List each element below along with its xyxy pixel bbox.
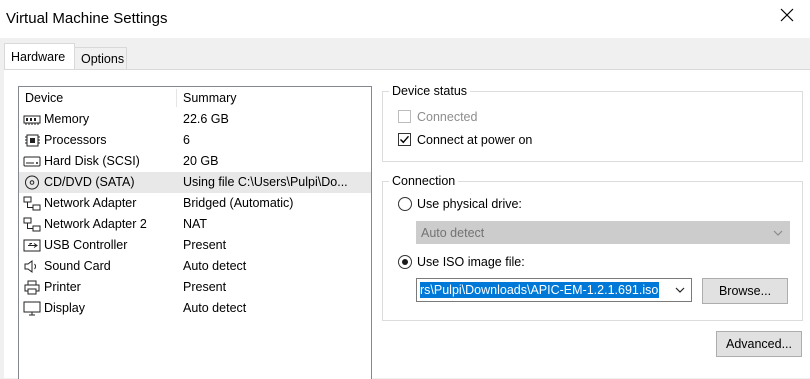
- device-row-usb-controller[interactable]: USB Controller Present: [19, 235, 371, 256]
- device-status-legend: Device status: [389, 84, 471, 98]
- cd-dvd-icon: [25, 175, 39, 190]
- connect-at-power-on-label: Connect at power on: [417, 133, 533, 147]
- device-row-memory[interactable]: Memory 22.6 GB: [19, 109, 371, 130]
- processor-icon: [25, 134, 40, 147]
- device-summary: 6: [183, 133, 190, 147]
- tab-options[interactable]: Options: [74, 47, 127, 69]
- close-icon: [780, 8, 794, 22]
- device-name: Processors: [44, 133, 107, 147]
- memory-icon: [23, 115, 41, 125]
- device-name: USB Controller: [44, 238, 128, 252]
- device-row-printer[interactable]: Printer Present: [19, 277, 371, 298]
- device-row-processors[interactable]: Processors 6: [19, 130, 371, 151]
- close-button[interactable]: [764, 0, 810, 30]
- device-summary: 22.6 GB: [183, 112, 229, 126]
- device-name: Network Adapter: [44, 196, 137, 210]
- connection-group: Connection Use physical drive: Auto dete…: [382, 174, 803, 321]
- column-divider[interactable]: [176, 89, 177, 107]
- advanced-button[interactable]: Advanced...: [716, 331, 802, 357]
- device-name: Hard Disk (SCSI): [44, 154, 140, 168]
- device-row-hard-disk[interactable]: Hard Disk (SCSI) 20 GB: [19, 151, 371, 172]
- printer-icon: [24, 280, 40, 295]
- hard-disk-icon: [23, 156, 41, 167]
- device-status-group: Device status Connected Connect at power…: [382, 84, 803, 162]
- device-summary: Present: [183, 280, 227, 294]
- iso-image-path-input[interactable]: rs\Pulpi\Downloads\APIC-EM-1.2.1.691.iso: [416, 278, 692, 302]
- usb-icon: [23, 239, 41, 252]
- browse-button[interactable]: Browse...: [702, 278, 788, 304]
- use-iso-image-label: Use ISO image file:: [417, 255, 525, 269]
- connection-legend: Connection: [389, 174, 459, 188]
- tab-hardware-label: Hardware: [11, 50, 66, 64]
- network-adapter-icon: [23, 196, 41, 211]
- device-summary: Bridged (Automatic): [183, 196, 294, 210]
- device-name: Network Adapter 2: [44, 217, 147, 231]
- device-summary: Auto detect: [183, 259, 247, 273]
- tab-options-label: Options: [81, 52, 125, 66]
- column-header-summary[interactable]: Summary: [183, 91, 236, 105]
- device-name: CD/DVD (SATA): [44, 175, 135, 189]
- device-summary: 20 GB: [183, 154, 219, 168]
- physical-drive-select[interactable]: Auto detect: [416, 221, 790, 244]
- radio-selected-dot: [402, 259, 408, 265]
- tab-strip: Hardware Options: [0, 38, 810, 70]
- device-row-network-adapter[interactable]: Network Adapter Bridged (Automatic): [19, 193, 371, 214]
- tab-hardware[interactable]: Hardware: [4, 43, 75, 70]
- title-bar: Virtual Machine Settings: [0, 0, 810, 38]
- checkmark-icon: [400, 135, 410, 144]
- hardware-panel: Device Summary Memory 22.6 GB Processors…: [4, 69, 810, 379]
- speaker-icon: [24, 260, 37, 273]
- use-physical-drive-radio[interactable]: [398, 197, 412, 211]
- device-name: Memory: [44, 112, 90, 126]
- use-physical-drive-label: Use physical drive:: [417, 197, 522, 211]
- chevron-down-icon: [675, 287, 685, 293]
- device-summary: Using file C:\Users\Pulpi\Do...: [183, 175, 348, 189]
- chevron-down-icon: [773, 230, 783, 236]
- device-name: Sound Card: [44, 259, 111, 273]
- device-list[interactable]: Device Summary Memory 22.6 GB Processors…: [18, 86, 372, 379]
- device-list-header: Device Summary: [19, 87, 371, 109]
- device-summary: Auto detect: [183, 301, 247, 315]
- connected-checkbox[interactable]: [398, 110, 411, 123]
- use-iso-image-radio[interactable]: [398, 255, 412, 269]
- network-adapter-icon: [23, 217, 41, 232]
- device-name: Printer: [44, 280, 81, 294]
- window-title: Virtual Machine Settings: [6, 10, 168, 27]
- device-row-network-adapter-2[interactable]: Network Adapter 2 NAT: [19, 214, 371, 235]
- connected-label: Connected: [417, 110, 478, 124]
- display-icon: [23, 301, 41, 316]
- device-summary: Present: [183, 238, 227, 252]
- connect-at-power-on-checkbox[interactable]: [398, 133, 411, 146]
- device-name: Display: [44, 301, 85, 315]
- device-row-display[interactable]: Display Auto detect: [19, 298, 371, 319]
- device-row-sound-card[interactable]: Sound Card Auto detect: [19, 256, 371, 277]
- column-header-device[interactable]: Device: [25, 91, 63, 105]
- device-row-cd-dvd[interactable]: CD/DVD (SATA) Using file C:\Users\Pulpi\…: [19, 172, 371, 193]
- device-summary: NAT: [183, 217, 208, 231]
- physical-drive-value: Auto detect: [421, 226, 485, 240]
- iso-image-path-text: rs\Pulpi\Downloads\APIC-EM-1.2.1.691.iso: [420, 282, 660, 298]
